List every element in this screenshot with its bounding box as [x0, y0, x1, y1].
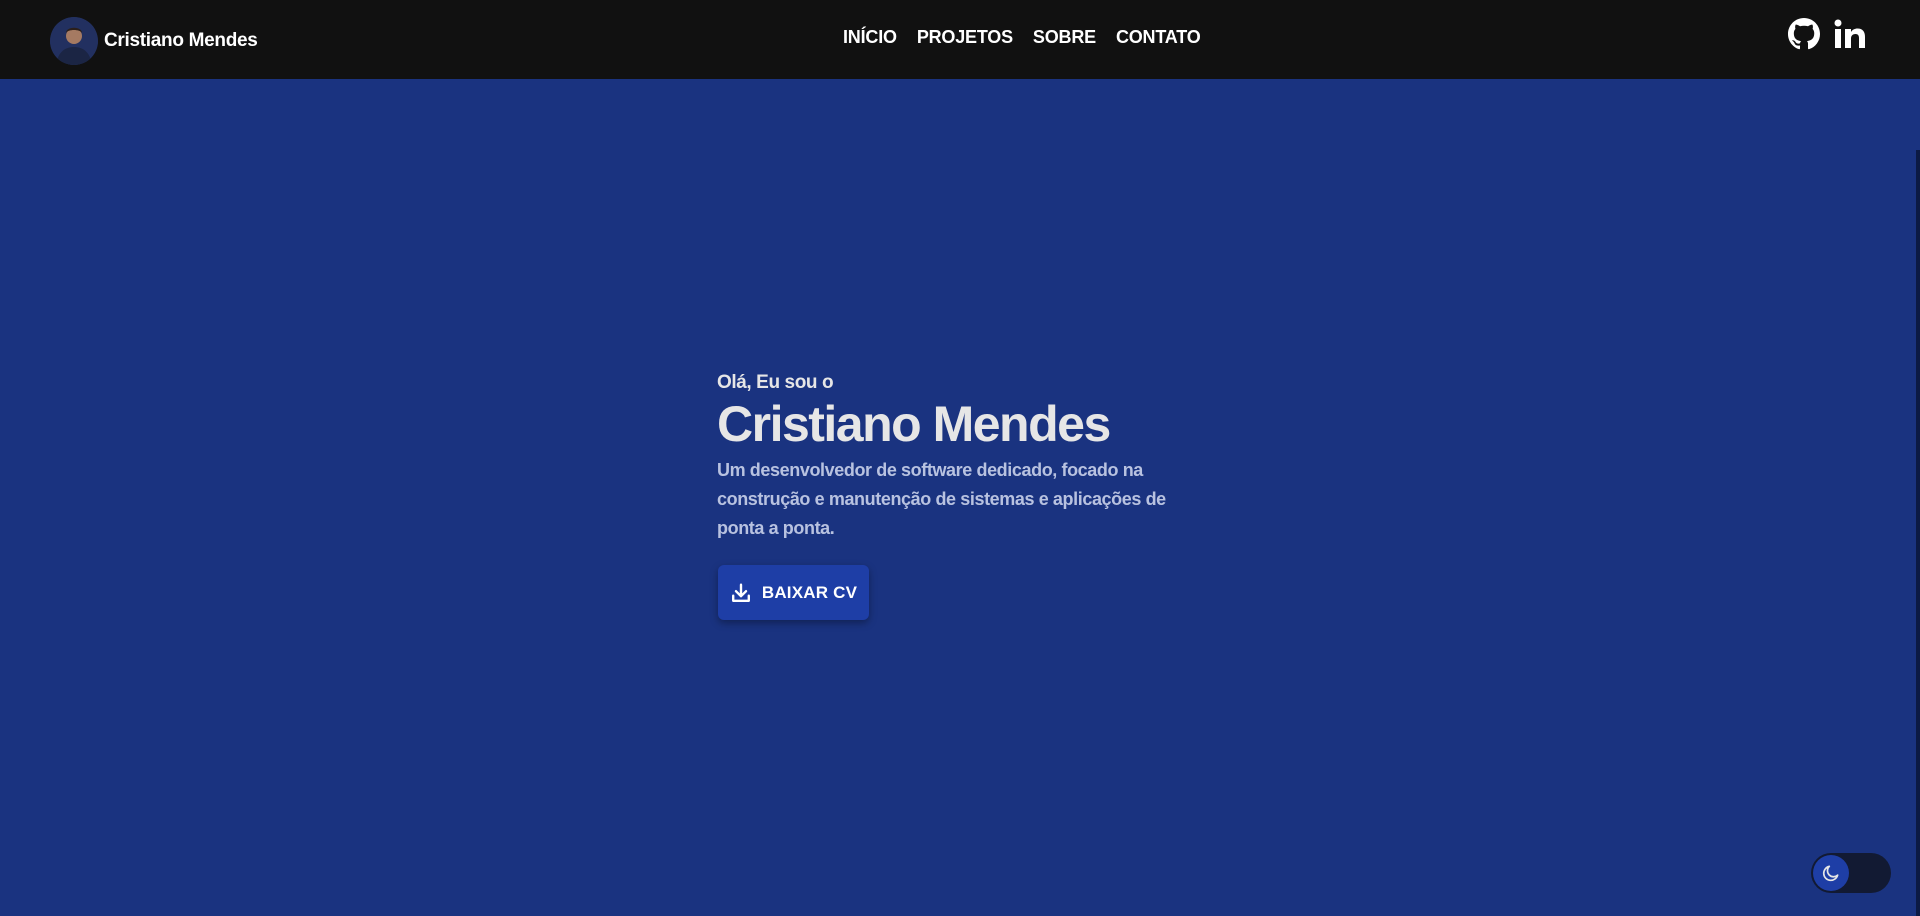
linkedin-icon [1834, 19, 1865, 48]
nav-item-contato[interactable]: CONTATO [1116, 27, 1201, 48]
download-icon [731, 583, 750, 602]
nav-item-projetos[interactable]: PROJETOS [917, 27, 1013, 48]
hero-section: Olá, Eu sou o Cristiano Mendes Um desenv… [717, 370, 1187, 543]
avatar [50, 17, 98, 65]
main-nav: INÍCIO PROJETOS SOBRE CONTATO [843, 27, 1201, 48]
brand-name: Cristiano Mendes [104, 30, 258, 51]
github-icon [1788, 18, 1820, 50]
hero-title: Cristiano Mendes [717, 396, 1111, 452]
nav-item-inicio[interactable]: INÍCIO [843, 27, 897, 48]
scrollbar-thumb[interactable] [1916, 150, 1920, 916]
brand-link[interactable]: Cristiano Mendes [50, 17, 258, 65]
social-links [1788, 18, 1866, 55]
hero-description: Um desenvolvedor de software dedicado, f… [717, 460, 1166, 538]
nav-item-sobre[interactable]: SOBRE [1033, 27, 1096, 48]
github-link[interactable] [1788, 18, 1820, 55]
navbar: Cristiano Mendes INÍCIO PROJETOS SOBRE C… [0, 0, 1920, 79]
moon-icon [1822, 865, 1839, 882]
download-cv-label: BAIXAR CV [761, 582, 858, 602]
theme-toggle-knob [1813, 855, 1849, 891]
hero-greeting: Olá, Eu sou o [717, 372, 834, 393]
linkedin-link[interactable] [1834, 18, 1866, 55]
theme-toggle[interactable] [1811, 853, 1891, 893]
download-cv-button[interactable]: BAIXAR CV [718, 565, 869, 620]
